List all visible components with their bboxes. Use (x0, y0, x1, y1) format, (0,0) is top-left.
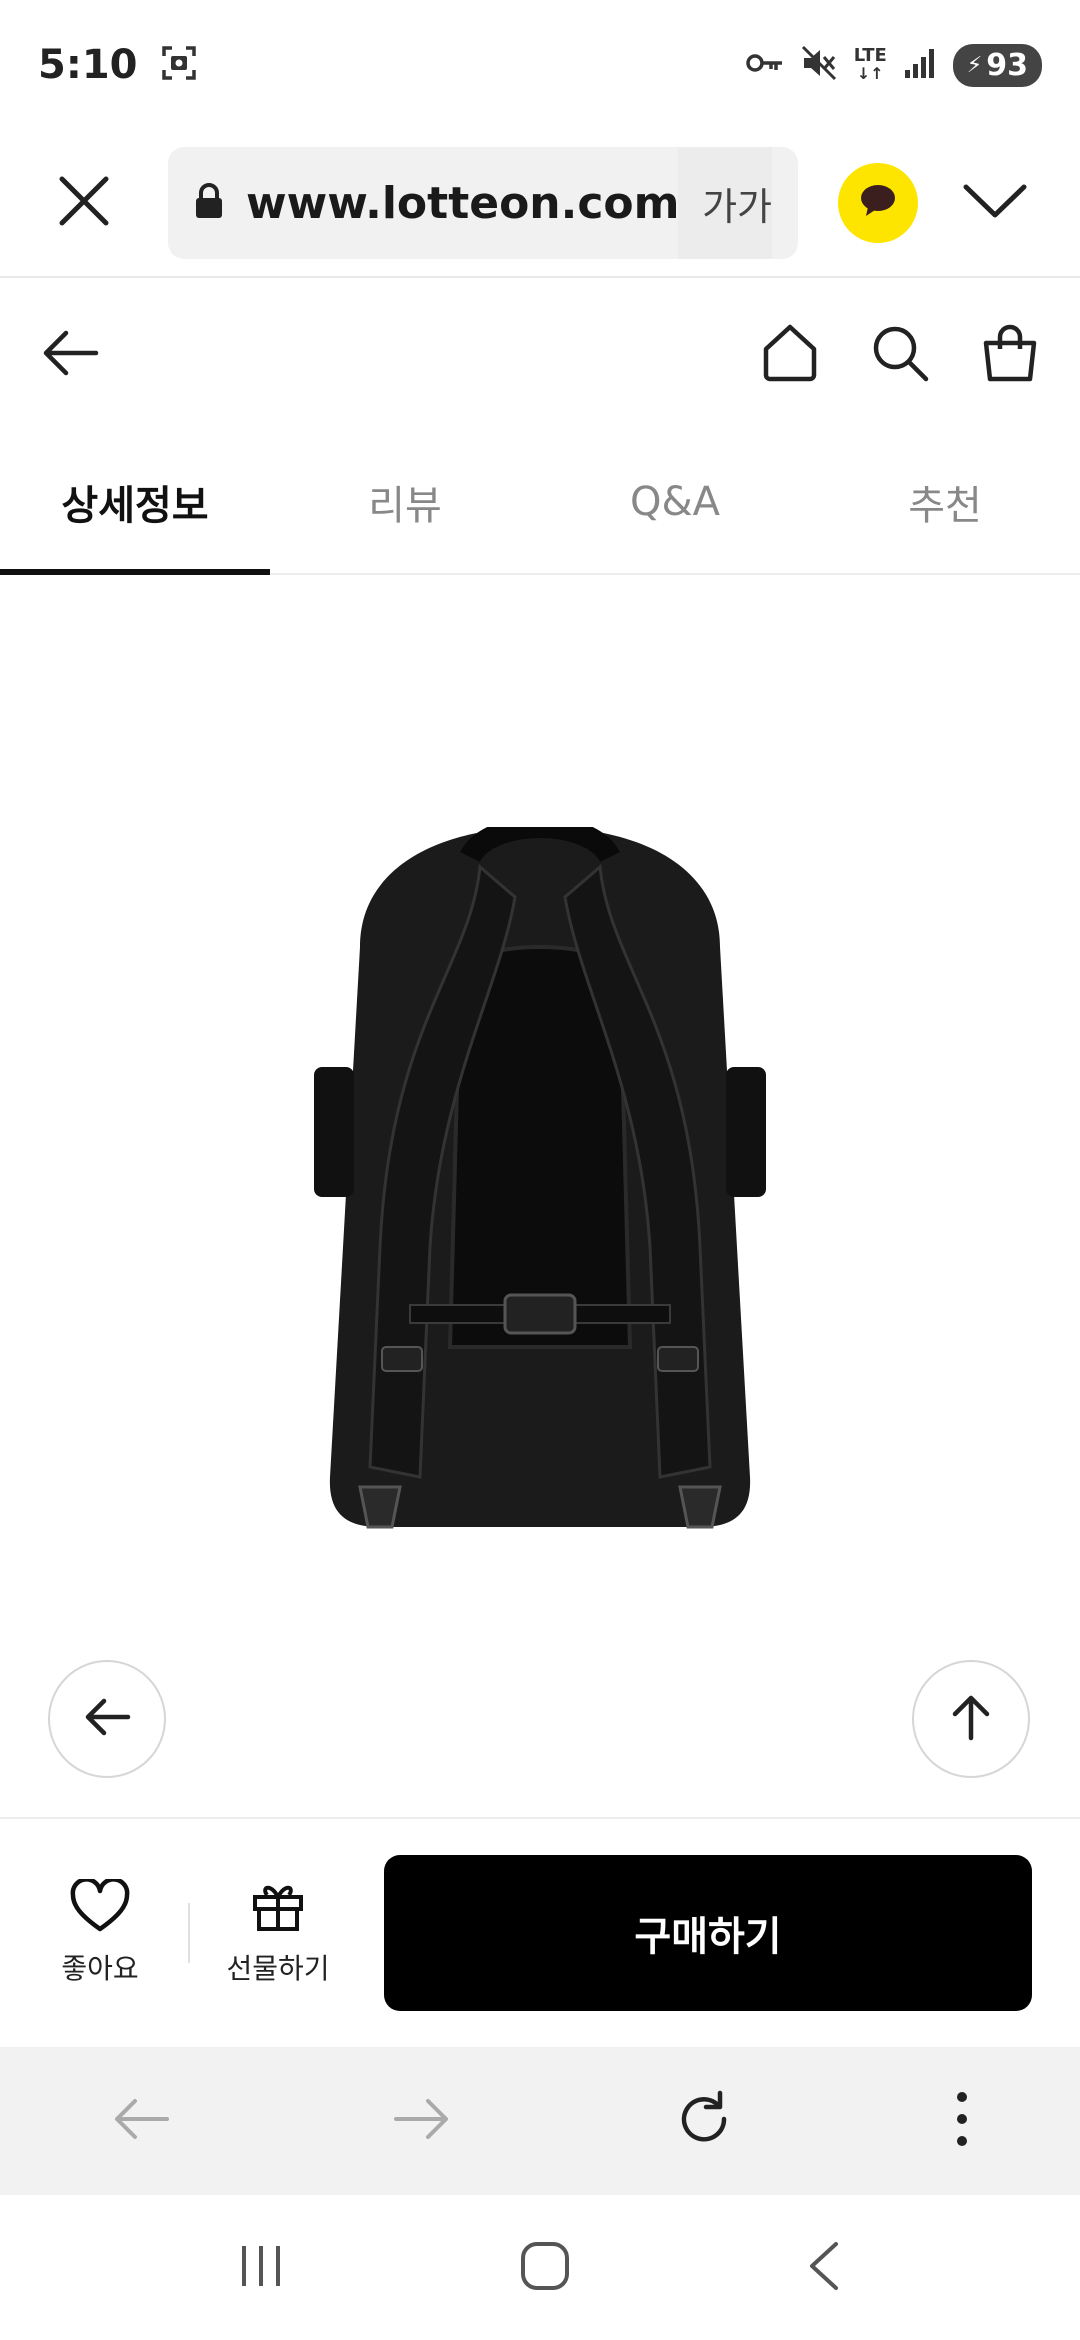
tab-detail[interactable]: 상세정보 (0, 430, 270, 575)
gift-label: 선물하기 (226, 1952, 330, 1985)
chevron-down-icon (962, 184, 1028, 225)
network-label: LTE (853, 45, 887, 66)
system-navigation-bar (0, 2195, 1080, 2340)
mute-icon (800, 44, 838, 86)
arrow-right-icon (392, 2099, 452, 2145)
status-bar: 5:10 LTE ↓↑ ⚡ 93 (0, 0, 1080, 130)
signal-icon (903, 46, 937, 84)
lock-icon (194, 183, 224, 223)
back-nav-button[interactable] (804, 2240, 844, 2296)
browser-back-button[interactable] (111, 2097, 171, 2145)
back-button[interactable] (40, 328, 100, 382)
tab-recommend[interactable]: 추천 (810, 430, 1080, 573)
charging-icon: ⚡ (966, 52, 983, 78)
like-label: 좋아요 (61, 1952, 139, 1985)
close-tab-button[interactable] (0, 129, 168, 277)
home-icon (760, 324, 820, 387)
kakao-chat-icon (858, 183, 898, 223)
key-icon (745, 51, 784, 79)
search-button[interactable] (870, 323, 930, 387)
battery-indicator: ⚡ 93 (952, 43, 1042, 87)
network-type: LTE ↓↑ (853, 45, 887, 83)
like-button[interactable]: 좋아요 (40, 1877, 160, 1987)
home-button[interactable] (760, 323, 820, 387)
shopping-bag-icon (980, 324, 1040, 387)
prev-page-button[interactable] (48, 1660, 166, 1778)
close-icon (56, 173, 112, 233)
app-header (0, 280, 1080, 430)
gift-icon (251, 1879, 305, 1937)
home-nav-button[interactable] (519, 2240, 571, 2296)
cart-button[interactable] (980, 323, 1040, 387)
more-vertical-icon (955, 2092, 969, 2153)
back-arrow-icon (40, 330, 100, 382)
font-size-button[interactable]: 가가 (678, 147, 772, 259)
home-nav-icon (519, 2241, 571, 2296)
heart-icon (70, 1877, 130, 1937)
address-field[interactable]: www.lotteon.com 가가 (168, 147, 798, 259)
recent-apps-button[interactable] (236, 2241, 286, 2295)
tab-qna[interactable]: Q&A (540, 430, 810, 573)
recent-apps-icon (236, 2245, 286, 2295)
purchase-action-bar: 좋아요 선물하기 구매하기 (0, 1817, 1080, 2047)
tab-review[interactable]: 리뷰 (270, 430, 540, 573)
product-tabs: 상세정보 리뷰 Q&A 추천 (0, 430, 1080, 575)
browser-toolbar (0, 2047, 1080, 2195)
reload-icon (674, 2090, 734, 2153)
arrow-left-icon (82, 1697, 132, 1741)
gift-button[interactable]: 선물하기 (218, 1879, 338, 1987)
scroll-top-button[interactable] (912, 1660, 1030, 1778)
browser-forward-button[interactable] (392, 2097, 452, 2145)
product-detail-area (0, 577, 1080, 1817)
status-time: 5:10 (38, 42, 138, 88)
battery-level: 93 (986, 47, 1028, 83)
buy-button[interactable]: 구매하기 (384, 1855, 1032, 2011)
browser-url-bar: www.lotteon.com 가가 (0, 130, 1080, 278)
search-icon (870, 326, 930, 387)
url-text: www.lotteon.com (246, 177, 679, 229)
more-options-button[interactable] (955, 2089, 969, 2153)
product-image (300, 816, 780, 1581)
expand-toolbar-button[interactable] (962, 181, 1028, 225)
chevron-left-icon (804, 2241, 844, 2296)
arrow-up-icon (951, 1692, 991, 1746)
reload-button[interactable] (674, 2089, 734, 2153)
divider (188, 1903, 190, 1963)
screenshot-icon (160, 44, 198, 86)
arrow-left-icon (111, 2099, 171, 2145)
kakao-chat-button[interactable] (838, 163, 918, 243)
